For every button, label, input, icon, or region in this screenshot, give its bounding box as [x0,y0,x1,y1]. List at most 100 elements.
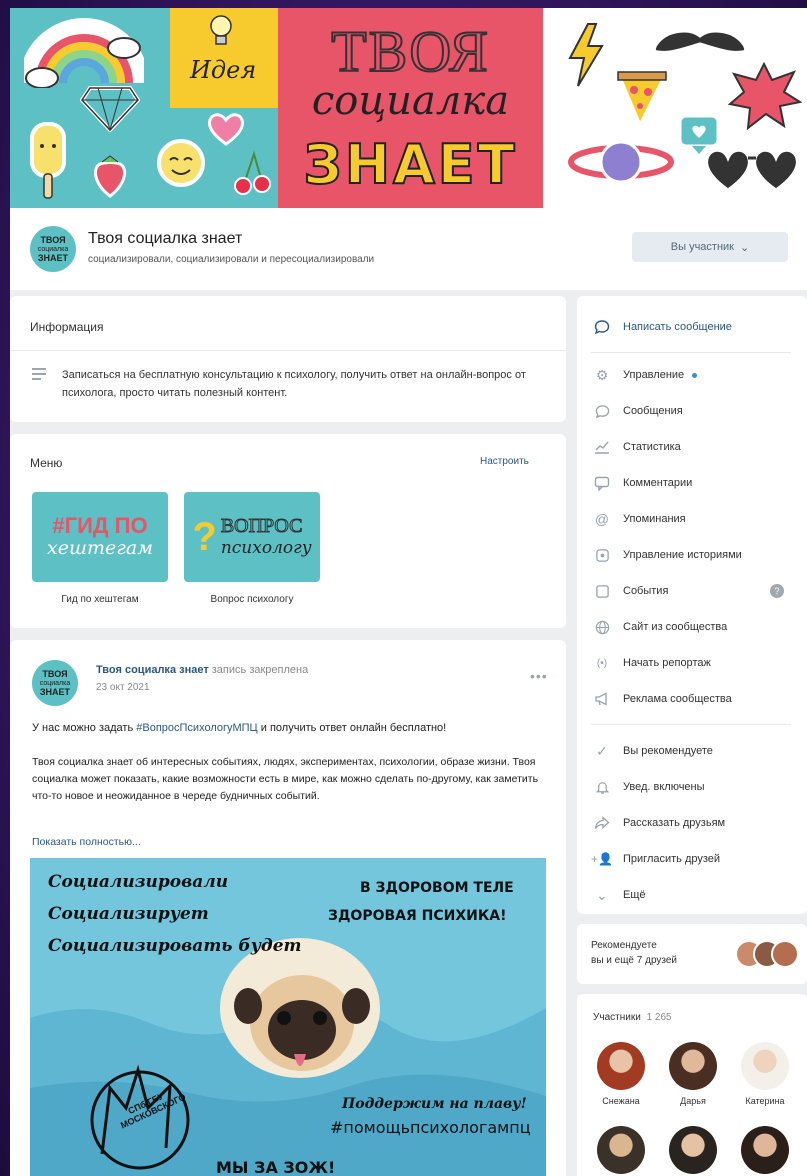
sidebar-item-mentions[interactable]: @ Упоминания [593,502,798,536]
messages-label: Сообщения [623,405,683,417]
post-author-avatar[interactable]: ТВОЯ социалка ЗНАЕТ [32,660,78,706]
post-date[interactable]: 23 окт 2021 [96,682,150,693]
image-text-left-2: Социализирует [48,904,209,924]
question-mark-icon: ? [192,514,217,559]
sidebar-item-invite[interactable]: +👤 Пригласить друзей [591,842,798,876]
post-more-button[interactable]: ••• [530,668,548,684]
sidebar-item-events[interactable]: События ? [593,574,798,608]
sidebar-item-more[interactable]: ⌄ Ещё [593,878,798,912]
menu-block: Меню Настроить #ГИД ПО хештегам Гид по х… [10,434,566,628]
stories-icon [593,546,611,564]
post-image[interactable]: Социализировали Социализирует Социализир… [30,858,546,1176]
member-item[interactable] [663,1126,723,1176]
menu-tile-question-label[interactable]: Вопрос психологу [184,594,320,605]
management-label: Управление [623,369,685,381]
gear-icon: ⚙ [595,366,609,383]
sidebar-item-ads[interactable]: Реклама сообщества [593,682,798,716]
globe-icon [593,618,611,636]
pizza-icon [614,71,670,130]
notification-dot [692,372,698,378]
write-message-button[interactable]: Написать сообщение [593,310,798,344]
share-label: Рассказать друзьям [623,817,726,829]
post-author-name[interactable]: Твоя социалка знает [96,664,209,676]
sidebar-item-statistics[interactable]: Статистика [593,430,798,464]
avatar [597,1126,645,1174]
recommend-line2: вы и ещё 7 друзей [591,955,678,966]
post-text-after: и получить ответ онлайн бесплатно! [257,722,447,734]
member-item[interactable] [591,1126,651,1176]
members-count: 1 265 [646,1012,672,1023]
strawberry-icon [93,155,127,198]
planet-icon [568,140,674,184]
friends-recommend-block[interactable]: Рекомендуете вы и ещё 7 друзей [577,924,807,984]
cover-title-line1: ТВОЯ [330,18,490,85]
post-text-before: У нас можно задать [32,722,137,734]
notifications-label: Увед. включены [623,781,705,793]
cherry-icon [234,150,271,195]
stats-icon [593,438,611,456]
invite-label: Пригласить друзей [623,853,721,865]
post-pinned-label: запись закреплена [211,664,309,676]
community-avatar[interactable]: ТВОЯ социалка ЗНАЕТ [30,226,76,272]
sidebar-item-stories[interactable]: Управление историями [593,538,798,572]
avatar [741,1126,789,1174]
show-more-link[interactable]: Показать полностью... [32,836,141,848]
chat-icon [593,402,611,420]
message-icon [593,318,611,336]
member-item[interactable]: Снежана [591,1042,651,1106]
avatar [669,1126,717,1174]
website-label: Сайт из сообщества [623,621,728,633]
member-item[interactable]: Дарья [663,1042,723,1106]
help-badge[interactable]: ? [770,584,784,598]
sidebar-item-broadcast[interactable]: (•) Начать репортаж [593,646,798,680]
heart-icon [208,113,244,146]
avatar [741,1042,789,1090]
tile-hashtags-line2: хештегам [47,537,153,559]
sidebar-item-management[interactable]: ⚙ Управление [593,358,798,392]
image-text-left-1: Социализировали [48,872,229,892]
menu-tile-hashtags-label[interactable]: Гид по хештегам [32,594,168,605]
comments-label: Комментарии [623,477,693,489]
members-title-label: Участники [593,1012,641,1023]
lightbulb-icon [210,15,232,45]
avatar-text-3: ЗНАЕТ [37,252,69,263]
member-item[interactable]: Катерина [735,1042,795,1106]
tile-question-line2: психологу [220,538,312,558]
post-body: Твоя социалка знает об интересных событи… [32,756,539,802]
cover-image: Идея ТВОЯ социалка ЗНАЕТ [10,8,807,210]
sidebar-item-recommend[interactable]: ✓ Вы рекомендуете [593,734,798,768]
sidebar-item-notifications[interactable]: Увед. включены [593,770,798,804]
check-icon: ✓ [596,742,608,759]
rainbow-icon [24,18,144,88]
diamond-icon [80,86,140,132]
menu-configure-link[interactable]: Настроить [480,456,529,467]
sidebar-item-comments[interactable]: Комментарии [593,466,798,500]
member-status-button[interactable]: Вы участник ⌄ [632,232,788,262]
sidebar-item-messages[interactable]: Сообщения [593,394,798,428]
chevron-down-icon: ⌄ [596,886,608,903]
menu-tile-question[interactable]: ? ВОПРОС психологу [184,492,320,582]
menu-tile-hashtags[interactable]: #ГИД ПО хештегам [32,492,168,582]
members-block: Участники 1 265 Снежана Дарья Катерина [577,994,807,1176]
avatar [771,940,799,968]
member-item[interactable] [735,1126,795,1176]
sidebar-item-share[interactable]: Рассказать друзьям [593,806,798,840]
vk-community-page: Идея ТВОЯ социалка ЗНАЕТ ТВОЯ социалка З… [10,8,807,1176]
image-text-right-1: В ЗДОРОВОМ ТЕЛЕ [360,880,514,896]
divider [591,724,791,725]
recommend-label: Вы рекомендуете [623,745,713,757]
chevron-down-icon: ⌄ [740,241,750,254]
description-icon [32,368,46,383]
members-title[interactable]: Участники 1 265 [593,1012,672,1023]
add-user-icon: +👤 [591,852,613,866]
info-block: Информация Записаться на бесплатную конс… [10,296,566,422]
avatar [597,1042,645,1090]
menu-title: Меню [30,456,63,470]
sidebar-item-website[interactable]: Сайт из сообщества [593,610,798,644]
post-hashtag-link[interactable]: #ВопросПсихологуМПЦ [136,722,257,734]
boom-icon [727,62,802,130]
member-name: Снежана [602,1096,640,1106]
more-label: Ещё [623,889,646,901]
community-actions-menu: Написать сообщение ⚙ Управление Сообщени… [577,296,807,914]
image-text-hashtag: #помощьпсихологампц [330,1118,531,1137]
